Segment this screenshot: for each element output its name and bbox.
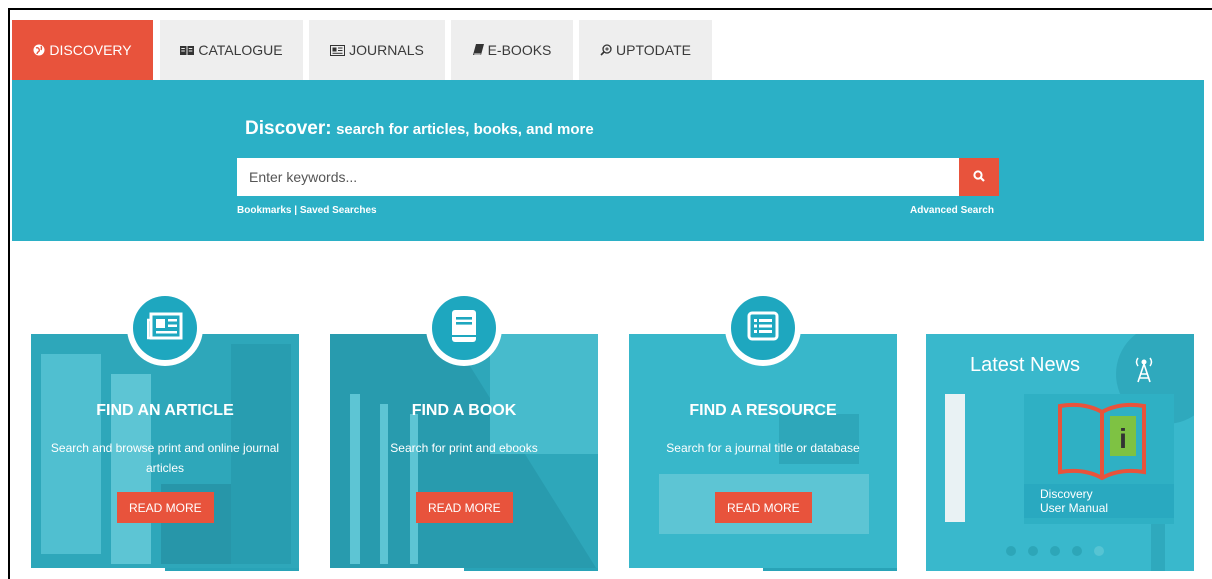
read-more-button[interactable]: READ MORE bbox=[715, 492, 812, 523]
search-input[interactable] bbox=[237, 158, 959, 196]
card-description: Search for print and ebooks bbox=[390, 441, 538, 455]
card-description: Search for a journal title or database bbox=[666, 441, 860, 455]
search-panel: Discover: search for articles, books, an… bbox=[12, 80, 1204, 241]
list-icon bbox=[747, 311, 779, 346]
news-slide-previous[interactable] bbox=[945, 394, 965, 522]
advanced-search-link[interactable]: Advanced Search bbox=[910, 205, 994, 216]
news-caption-line: User Manual bbox=[1040, 501, 1109, 515]
tab-ebooks[interactable]: E-BOOKS bbox=[451, 20, 573, 80]
search-button[interactable] bbox=[959, 158, 999, 196]
carousel-dot[interactable] bbox=[1006, 546, 1016, 556]
bookmarks-link[interactable]: Bookmarks bbox=[237, 205, 291, 216]
tab-catalogue[interactable]: CATALOGUE bbox=[160, 20, 303, 80]
card-underline-track bbox=[464, 568, 598, 571]
card-icon-badge bbox=[426, 290, 502, 366]
zoom-icon bbox=[600, 44, 612, 56]
tab-label: UPTODATE bbox=[616, 42, 691, 58]
search-heading-bold: Discover: bbox=[245, 118, 332, 139]
card-underline bbox=[330, 568, 464, 571]
tab-bar: DISCOVERY CATALOGUE JOURNALS E-BOOKS UPT… bbox=[12, 20, 718, 80]
news-slide-caption: Discovery User Manual bbox=[1024, 484, 1174, 518]
find-resource-card[interactable]: FIND A RESOURCE Search for a journal tit… bbox=[629, 334, 897, 571]
tab-discovery[interactable]: DISCOVERY bbox=[12, 20, 153, 80]
broadcast-tower-icon bbox=[1128, 352, 1160, 389]
news-slide[interactable]: i Discovery User Manual bbox=[1024, 394, 1174, 524]
find-book-card[interactable]: FIND A BOOK Search for print and ebooks … bbox=[330, 334, 598, 571]
card-title: FIND A BOOK bbox=[411, 402, 517, 419]
card-title: FIND AN ARTICLE bbox=[96, 402, 234, 419]
open-book-info-icon: i bbox=[1054, 398, 1150, 487]
svg-text:i: i bbox=[1119, 423, 1127, 454]
carousel-dot[interactable] bbox=[1072, 546, 1082, 556]
latest-news-panel: Latest News i Discovery User Manual bbox=[926, 334, 1194, 571]
find-article-card[interactable]: FIND AN ARTICLE Search and browse print … bbox=[31, 334, 299, 571]
tab-uptodate[interactable]: UPTODATE bbox=[579, 20, 712, 80]
search-heading: Discover: search for articles, books, an… bbox=[245, 118, 594, 140]
search-links: Bookmarks | Saved Searches bbox=[237, 205, 377, 216]
news-title: Latest News bbox=[970, 354, 1081, 376]
tab-label: JOURNALS bbox=[349, 42, 424, 58]
tab-label: E-BOOKS bbox=[487, 42, 552, 58]
tab-label: DISCOVERY bbox=[49, 42, 132, 58]
saved-searches-link[interactable]: Saved Searches bbox=[300, 205, 377, 216]
carousel-dots bbox=[1006, 546, 1104, 556]
newspaper-icon bbox=[146, 312, 183, 345]
card-underline-track bbox=[763, 568, 897, 571]
tab-journals[interactable]: JOURNALS bbox=[309, 20, 445, 80]
search-heading-text: search for articles, books, and more bbox=[336, 121, 594, 138]
read-more-button[interactable]: READ MORE bbox=[117, 492, 214, 523]
read-more-button[interactable]: READ MORE bbox=[416, 492, 513, 523]
book-icon bbox=[450, 309, 478, 348]
newspaper-icon bbox=[330, 44, 346, 56]
card-icon-badge bbox=[127, 290, 203, 366]
globe-icon bbox=[33, 44, 45, 56]
news-caption-line: Discovery bbox=[1040, 487, 1093, 501]
card-icon-badge bbox=[725, 290, 801, 366]
search-icon bbox=[973, 169, 985, 185]
card-underline bbox=[31, 568, 165, 571]
carousel-dot-active[interactable] bbox=[1094, 546, 1104, 556]
carousel-dot[interactable] bbox=[1050, 546, 1060, 556]
card-description: Search and browse print and online journ… bbox=[50, 441, 280, 475]
card-title: FIND A RESOURCE bbox=[689, 402, 837, 419]
open-book-icon bbox=[180, 45, 195, 56]
card-underline bbox=[629, 568, 763, 571]
carousel-dot[interactable] bbox=[1028, 546, 1038, 556]
tab-label: CATALOGUE bbox=[198, 42, 283, 58]
link-separator: | bbox=[294, 205, 298, 216]
book-icon bbox=[472, 44, 484, 56]
card-underline-track bbox=[165, 568, 299, 571]
